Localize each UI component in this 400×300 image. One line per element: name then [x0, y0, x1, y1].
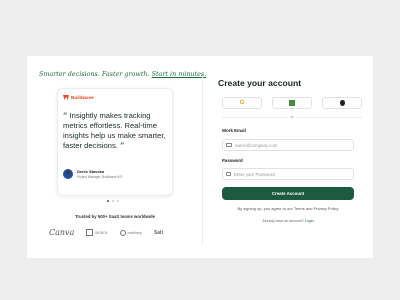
close-quote-mark: ”: [120, 141, 125, 150]
google-icon: G: [239, 100, 245, 106]
email-placeholder: name@company.com: [235, 142, 278, 148]
buildwave-logo-icon: [63, 95, 69, 100]
open-quote-mark: “: [63, 111, 68, 120]
testimonial-quote: “ Insightly makes tracking metrics effor…: [63, 111, 169, 151]
testimonial-card: Buildwave “ Insightly makes tracking met…: [57, 88, 173, 196]
logo-bigbox: BIGBOX: [86, 229, 108, 236]
customer-logos: Canva BIGBOX mailchimp Salt: [49, 228, 163, 237]
start-in-minutes-link[interactable]: Start in minutes.: [152, 70, 207, 78]
carousel-dots: [107, 200, 119, 202]
author-name: Denis Stavska: [77, 169, 105, 174]
password-field[interactable]: Enter your Password: [222, 168, 354, 180]
testimonial-author: Denis Stavska Project Manager, Buildwave…: [63, 169, 123, 179]
panel-divider: [202, 76, 203, 244]
signin-prompt: Already have an account? Login: [218, 219, 358, 223]
brand-name: Buildwave: [71, 95, 94, 100]
logo-mailchimp: mailchimp: [119, 229, 142, 236]
signin-prefix: Already have an account?: [262, 219, 304, 223]
logo-salt: Salt: [153, 229, 164, 236]
or-separator: or: [222, 115, 363, 119]
trusted-by-text: Trusted by 500+ SaaS teams worldwide: [74, 214, 156, 219]
email-field[interactable]: name@company.com: [222, 139, 354, 151]
separator-line-right: [296, 116, 363, 118]
terms-text: By signing up, you agree to our Terms an…: [237, 206, 339, 211]
headline: Smarter decisions. Faster growth. Start …: [39, 70, 206, 78]
apple-icon: [339, 100, 345, 106]
mail-icon: [226, 142, 232, 148]
login-link[interactable]: Login: [305, 219, 314, 223]
author-role: Project Manager, Buildwave INT.: [77, 175, 124, 179]
mailchimp-logo-icon: [119, 229, 126, 236]
testimonial-text: Insightly makes tracking metrics effortl…: [63, 111, 166, 150]
password-label: Password: [222, 158, 243, 163]
google-signup-button[interactable]: G: [222, 97, 262, 109]
create-account-button[interactable]: Create Account: [222, 187, 354, 200]
separator-line-left: [222, 116, 288, 118]
logo-bigbox-text: BIGBOX: [95, 230, 108, 235]
avatar: [63, 169, 73, 179]
signup-card: Smarter decisions. Faster growth. Start …: [27, 56, 373, 258]
carousel-dot-2[interactable]: [112, 200, 114, 202]
logo-canva: Canva: [49, 228, 75, 237]
password-placeholder: Enter your Password: [234, 171, 275, 177]
carousel-dot-1[interactable]: [107, 200, 109, 202]
lock-icon: [226, 172, 231, 176]
logo-mailchimp-text: mailchimp: [127, 230, 142, 235]
brand-logo: Buildwave: [63, 95, 94, 100]
microsoft-signup-button[interactable]: [272, 97, 312, 109]
headline-text: Smarter decisions. Faster growth.: [39, 70, 152, 78]
form-title: Create your account: [218, 78, 302, 88]
social-signup-buttons: G: [222, 97, 362, 109]
bigbox-logo-icon: [86, 229, 94, 236]
carousel-dot-3[interactable]: [117, 200, 119, 202]
or-text: or: [290, 115, 294, 119]
apple-signup-button[interactable]: [322, 97, 362, 109]
microsoft-icon: [289, 100, 295, 106]
email-label: Work Email: [222, 128, 246, 133]
